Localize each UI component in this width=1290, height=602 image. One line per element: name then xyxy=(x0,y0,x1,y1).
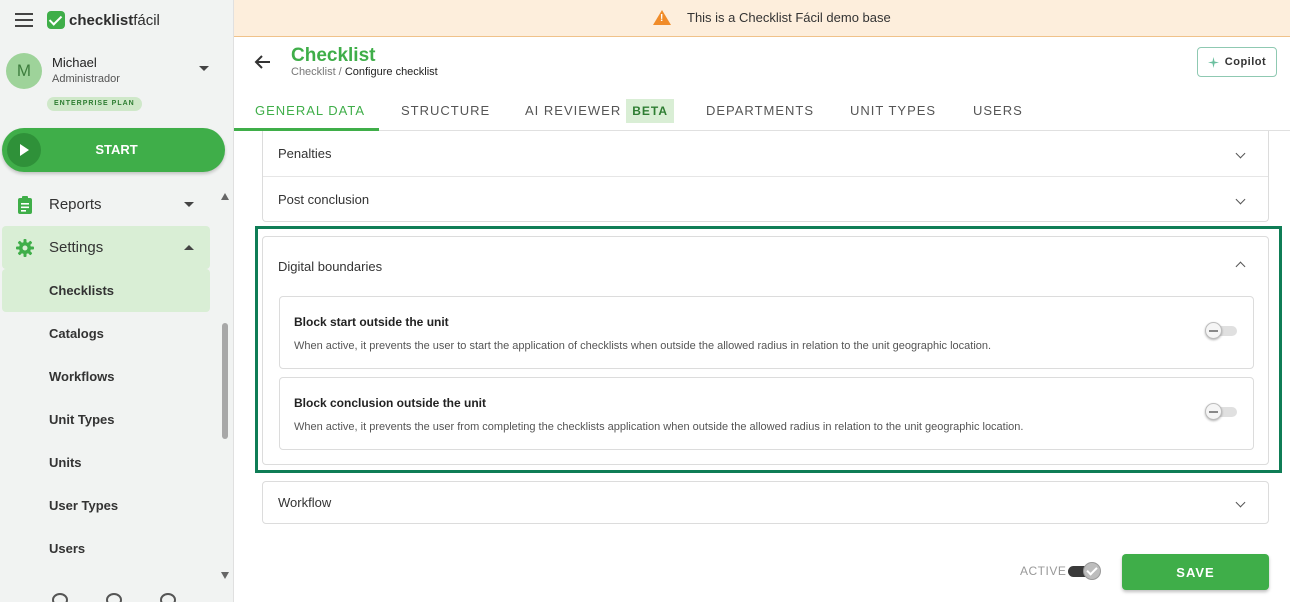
option-description: When active, it prevents the user from c… xyxy=(294,421,1024,433)
warning-icon xyxy=(653,10,671,25)
logo-check-icon xyxy=(47,11,65,29)
user-name[interactable]: Michael xyxy=(52,55,97,70)
gear-icon xyxy=(16,238,34,257)
tab-users[interactable]: USERS xyxy=(973,90,1023,131)
panel-workflow[interactable]: Workflow xyxy=(262,481,1269,524)
sidebar-item-reports[interactable]: Reports xyxy=(2,183,210,226)
tab-departments[interactable]: DEPARTMENTS xyxy=(706,90,814,131)
logo-text: checklistfácil xyxy=(69,11,160,29)
tab-unit-types[interactable]: UNIT TYPES xyxy=(850,90,936,131)
chevron-down-icon xyxy=(1235,497,1246,508)
panel-post-conclusion[interactable]: Post conclusion xyxy=(263,176,1268,221)
tab-ai-reviewer-label: AI REVIEWER xyxy=(525,103,622,118)
toggle-knob xyxy=(1205,322,1222,339)
toggle-knob xyxy=(1083,562,1101,580)
block-conclusion-toggle[interactable] xyxy=(1205,402,1237,420)
option-description: When active, it prevents the user to sta… xyxy=(294,340,992,352)
app-root: checklistfácil M Michael Administrador E… xyxy=(0,0,1290,602)
active-label: ACTIVE xyxy=(1020,564,1067,578)
tab-general-data[interactable]: GENERAL DATA xyxy=(255,90,365,131)
sidebar-subitem-units[interactable]: Units xyxy=(2,441,210,484)
option-block-conclusion: Block conclusion outside the unit When a… xyxy=(279,377,1254,450)
panel-penalties[interactable]: Penalties xyxy=(263,131,1268,176)
panel-title[interactable]: Digital boundaries xyxy=(278,259,382,274)
banner-text: This is a Checklist Fácil demo base xyxy=(687,10,891,25)
tab-bar: GENERAL DATA STRUCTURE AI REVIEWER BETA … xyxy=(234,90,1290,131)
save-button[interactable]: SAVE xyxy=(1122,554,1269,590)
sidebar-subitem-workflows[interactable]: Workflows xyxy=(2,355,210,398)
sidebar-subitem-catalogs[interactable]: Catalogs xyxy=(2,312,210,355)
footer-icon-1[interactable] xyxy=(52,593,68,602)
option-title: Block conclusion outside the unit xyxy=(294,396,487,410)
sidebar-subitem-user-types[interactable]: User Types xyxy=(2,484,210,527)
sidebar-subitem-checklists[interactable]: Checklists xyxy=(2,269,210,312)
tab-structure[interactable]: STRUCTURE xyxy=(401,90,490,131)
chevron-up-icon xyxy=(184,245,194,250)
chevron-down-icon xyxy=(1235,148,1246,159)
panel-digital-boundaries: Digital boundaries Block start outside t… xyxy=(262,236,1269,465)
toggle-knob xyxy=(1205,403,1222,420)
page-title: Checklist xyxy=(291,45,376,66)
clipboard-icon xyxy=(18,195,32,214)
sidebar-footer-icons xyxy=(52,593,176,602)
panel-title: Penalties xyxy=(278,146,332,161)
copilot-button[interactable]: Copilot xyxy=(1197,47,1277,77)
chevron-up-icon[interactable] xyxy=(1235,261,1246,272)
block-start-toggle[interactable] xyxy=(1205,321,1237,339)
tab-ai-reviewer[interactable]: AI REVIEWER BETA xyxy=(525,90,675,131)
panel-title: Workflow xyxy=(278,495,332,510)
sidebar-subitem-unit-types[interactable]: Unit Types xyxy=(2,398,210,441)
active-toggle[interactable] xyxy=(1068,562,1102,580)
demo-banner: This is a Checklist Fácil demo base xyxy=(234,0,1290,37)
sidebar-item-label: Settings xyxy=(49,239,104,256)
plan-badge: ENTERPRISE PLAN xyxy=(47,97,142,111)
option-title: Block start outside the unit xyxy=(294,315,449,329)
footer-icon-2[interactable] xyxy=(106,593,122,602)
app-logo[interactable]: checklistfácil xyxy=(47,11,160,29)
sidebar-item-settings[interactable]: Settings xyxy=(2,226,210,269)
user-menu-caret-icon[interactable] xyxy=(199,66,209,71)
start-button-label: START xyxy=(95,142,138,157)
menu-icon[interactable] xyxy=(15,13,33,27)
copilot-label: Copilot xyxy=(1224,56,1267,68)
sidebar: checklistfácil M Michael Administrador E… xyxy=(0,0,234,602)
breadcrumb-parent[interactable]: Checklist / xyxy=(291,66,342,78)
user-role: Administrador xyxy=(52,73,120,85)
chevron-down-icon xyxy=(184,202,194,207)
breadcrumb: Checklist / Configure checklist xyxy=(291,66,438,78)
breadcrumb-current: Configure checklist xyxy=(344,66,438,78)
sidebar-scrollbar[interactable] xyxy=(219,190,231,582)
scrollbar-thumb[interactable] xyxy=(222,323,228,439)
panel-title: Post conclusion xyxy=(278,191,370,207)
scroll-down-arrow-icon[interactable] xyxy=(221,572,229,579)
sidebar-nav: Reports Settings Checklists Catalogs Wor… xyxy=(2,183,210,570)
avatar[interactable]: M xyxy=(6,53,42,89)
sidebar-subitem-users[interactable]: Users xyxy=(2,527,210,570)
footer-icon-3[interactable] xyxy=(160,593,176,602)
sparkle-icon xyxy=(1207,56,1219,68)
collapsed-panels: Penalties Post conclusion xyxy=(262,131,1269,222)
chevron-down-icon xyxy=(1235,194,1246,204)
scroll-up-arrow-icon[interactable] xyxy=(221,193,229,200)
start-button[interactable]: START xyxy=(2,128,225,172)
sidebar-item-label: Reports xyxy=(49,196,102,213)
beta-badge: BETA xyxy=(626,98,675,123)
back-arrow-icon[interactable] xyxy=(254,53,272,71)
option-block-start: Block start outside the unit When active… xyxy=(279,296,1254,369)
